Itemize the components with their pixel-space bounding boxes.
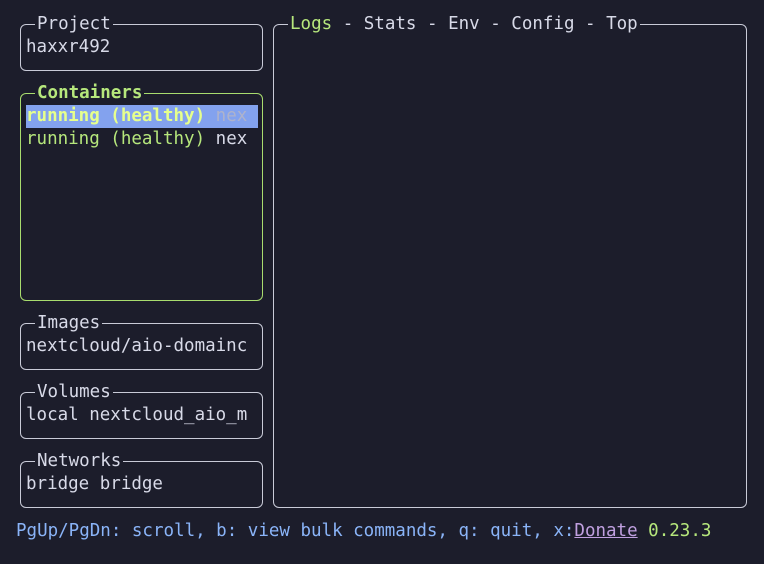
status-help: PgUp/PgDn: scroll, b: view bulk commands… (16, 521, 575, 541)
volumes-panel-title: Volumes (35, 380, 113, 404)
image-item[interactable]: nextcloud/aio-domainc (26, 335, 258, 358)
tab-env[interactable]: Env (448, 14, 480, 34)
container-row[interactable]: running (healthy) nex (26, 128, 258, 151)
tab-top[interactable]: Top (606, 14, 638, 34)
volume-item[interactable]: local nextcloud_aio_m (26, 404, 258, 427)
volumes-panel[interactable]: Volumes local nextcloud_aio_m (20, 380, 263, 439)
containers-panel-title: Containers (35, 81, 145, 105)
logs-panel-tabs: Logs - Stats - Env - Config - Top (288, 12, 640, 36)
container-state: running (healthy) (26, 106, 206, 126)
network-item[interactable]: bridge bridge (26, 473, 258, 496)
images-panel-title: Images (35, 311, 103, 335)
tab-logs[interactable]: Logs (290, 14, 332, 34)
logs-panel[interactable]: Logs - Stats - Env - Config - Top (273, 12, 747, 508)
networks-panel[interactable]: Networks bridge bridge (20, 449, 263, 508)
project-panel[interactable]: Project haxxr492 (20, 12, 263, 71)
project-panel-title: Project (35, 12, 113, 36)
images-panel[interactable]: Images nextcloud/aio-domainc (20, 311, 263, 370)
tab-separator: - (574, 14, 607, 34)
tab-separator: - (416, 14, 449, 34)
donate-link[interactable]: Donate (574, 521, 637, 541)
container-row-selected[interactable]: running (healthy) nex (26, 105, 258, 128)
networks-panel-title: Networks (35, 449, 124, 473)
containers-panel[interactable]: Containers running (healthy) nex running… (20, 81, 263, 301)
tab-separator: - (479, 14, 512, 34)
container-name: nex (215, 106, 248, 126)
status-bar: PgUp/PgDn: scroll, b: view bulk commands… (16, 519, 711, 543)
project-name: haxxr492 (26, 37, 111, 57)
tab-config[interactable]: Config (511, 14, 574, 34)
container-name: nex (215, 129, 248, 149)
container-state: running (healthy) (26, 129, 206, 149)
version-label: 0.23.3 (648, 521, 712, 541)
tab-separator: - (332, 14, 364, 34)
tab-stats[interactable]: Stats (364, 14, 417, 34)
